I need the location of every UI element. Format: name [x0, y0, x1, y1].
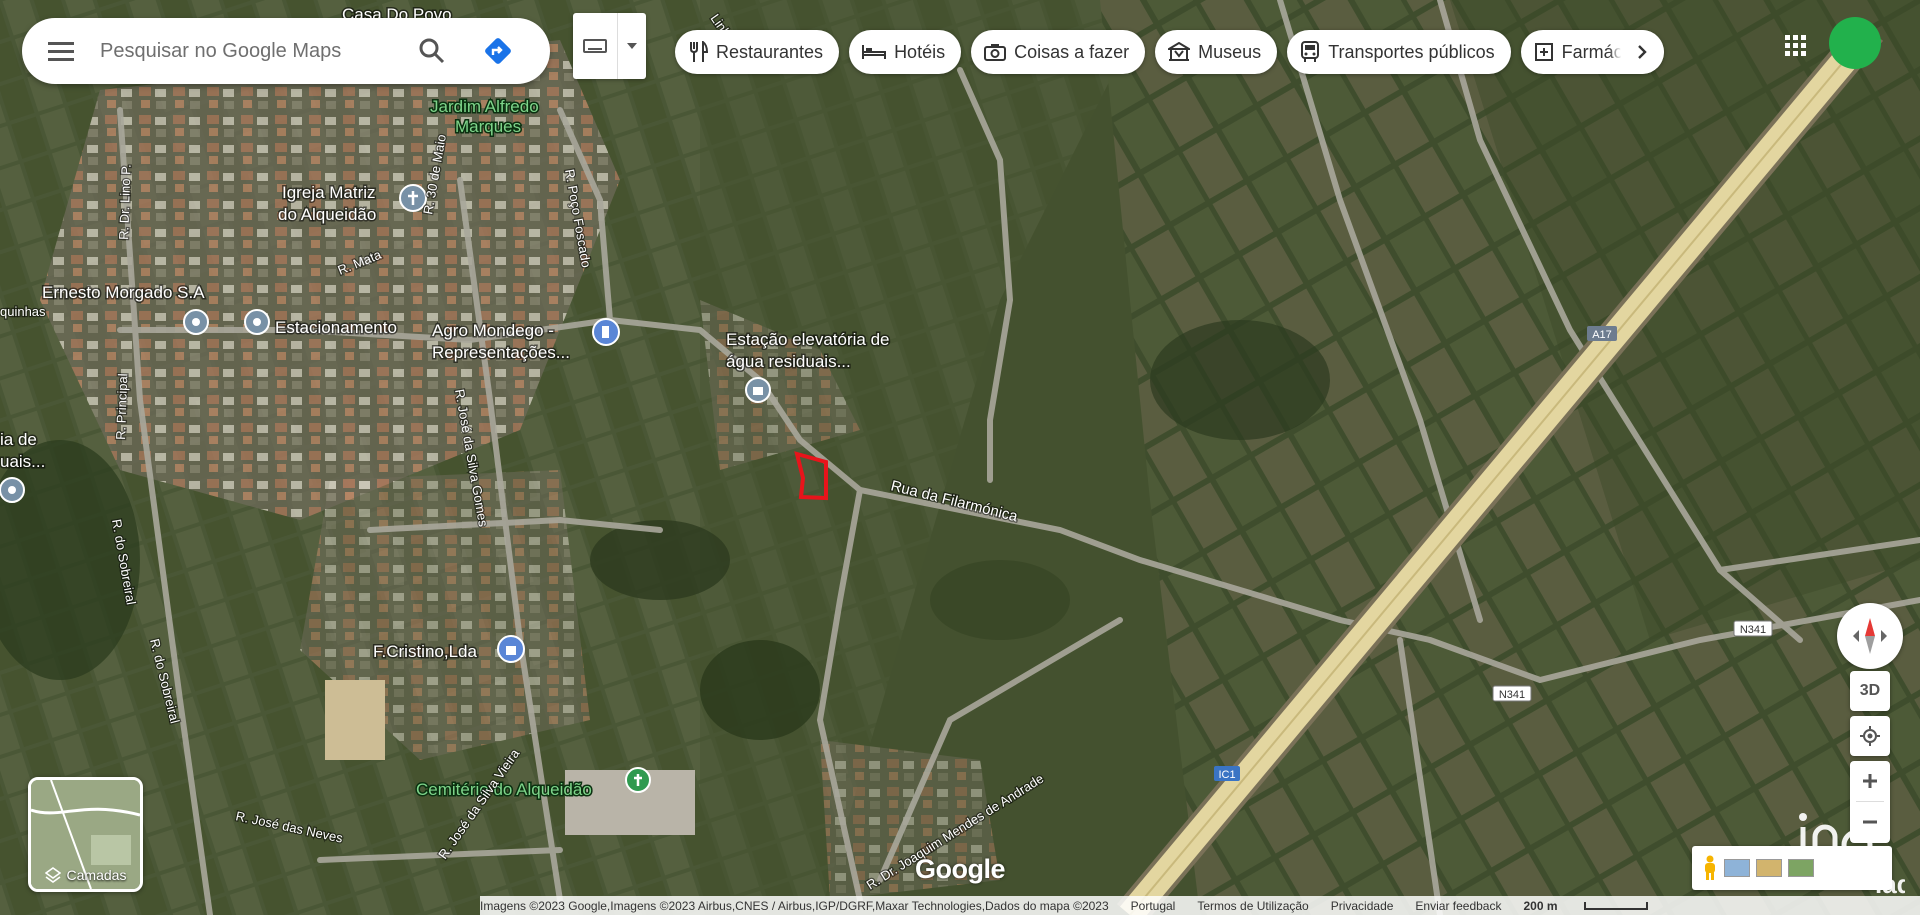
chip-coisas-a-fazer[interactable]: Coisas a fazer — [971, 30, 1146, 74]
keyboard-icon — [583, 39, 607, 53]
label-igreja-2: do Alqueidão — [278, 205, 376, 224]
chip-label: Coisas a fazer — [1014, 41, 1130, 62]
label-jardim: Jardim Alfredo — [430, 97, 539, 116]
label-estacionamento: Estacionamento — [275, 318, 397, 337]
category-chips: Restaurantes Hotéis Coisas a fazer Museu… — [675, 30, 1664, 76]
my-location-button[interactable] — [1850, 716, 1890, 756]
label-agro-2: Representações... — [432, 343, 570, 362]
bus-icon — [1301, 41, 1320, 62]
account-avatar[interactable] — [1829, 17, 1881, 69]
imagery-attribution: Imagens ©2023 Google,Imagens ©2023 Airbu… — [480, 898, 1109, 913]
label-cemiterio: Cemitério do Alqueidão — [416, 780, 592, 799]
pharmacy-icon — [1534, 43, 1553, 61]
fork-knife-icon — [690, 41, 708, 62]
imagery-thumb-1[interactable] — [1724, 859, 1750, 877]
country-link[interactable]: Portugal — [1131, 899, 1176, 913]
shield-n341-a: N341 — [1733, 620, 1773, 637]
imagery-thumb-2[interactable] — [1756, 859, 1782, 877]
poi-pin-ernesto — [183, 309, 209, 335]
hamburger-menu-icon — [48, 42, 74, 61]
layers-label-row: Camadas — [31, 867, 140, 883]
station-pin-icon — [745, 377, 771, 403]
menu-button[interactable] — [36, 26, 86, 76]
chips-next-button[interactable] — [1619, 30, 1664, 74]
scale-label: 200 m — [1523, 898, 1558, 913]
label-estacao: Estação elevatória de — [726, 330, 890, 349]
shield-a17: A17 — [1587, 326, 1617, 341]
svg-text:IC1: IC1 — [1218, 769, 1235, 781]
road-label-principal: R. Principal — [113, 373, 130, 440]
cemetery-pin-icon — [625, 767, 651, 793]
compass-needle-icon — [1853, 618, 1887, 654]
input-tools-dropdown[interactable] — [618, 13, 646, 79]
caret-down-icon — [627, 43, 637, 49]
layers-button[interactable]: Camadas — [28, 777, 143, 892]
pegman-icon[interactable] — [1702, 855, 1718, 881]
feedback-link[interactable]: Enviar feedback — [1415, 899, 1501, 913]
label-fcristino: F.Cristino,Lda — [373, 642, 477, 661]
label-left-cut: ia de — [0, 430, 37, 449]
terms-link[interactable]: Termos de Utilização — [1197, 899, 1308, 913]
privacy-link[interactable]: Privacidade — [1331, 899, 1394, 913]
map-footer: Imagens ©2023 Google,Imagens ©2023 Airbu… — [480, 896, 1920, 915]
label-ernesto: Ernesto Morgado S.A — [42, 283, 205, 302]
museum-icon — [1168, 42, 1191, 61]
label-left-cut-2: uais... — [0, 452, 45, 471]
chip-museus[interactable]: Museus — [1155, 30, 1278, 74]
scale-bar[interactable]: 200 m — [1523, 899, 1669, 913]
poi-pin-estacionamento — [244, 309, 270, 335]
search-box — [22, 18, 550, 84]
directions-icon — [485, 38, 511, 64]
label-estacao-2: água residuais... — [726, 352, 851, 371]
chip-label: Museus — [1198, 41, 1262, 62]
chip-label: Hotéis — [894, 41, 946, 62]
label-jardim-2: Marques — [455, 117, 521, 136]
watermark-logo: iad — [1795, 797, 1913, 902]
svg-text:N341: N341 — [1499, 689, 1525, 701]
chevron-right-icon — [1637, 45, 1647, 59]
scale-line — [1583, 901, 1648, 910]
search-button[interactable] — [410, 29, 454, 73]
chip-label: Transportes públicos — [1328, 41, 1495, 62]
satellite-map[interactable]: Casa Do Povo Jardim Alfredo Marques Igre… — [0, 0, 1920, 915]
compass-button[interactable] — [1837, 603, 1903, 669]
svg-text:A17: A17 — [1592, 329, 1612, 341]
apps-button[interactable] — [1776, 26, 1816, 66]
apps-grid-icon — [1785, 35, 1806, 56]
svg-text:iad: iad — [1875, 869, 1905, 897]
layers-icon — [44, 867, 61, 883]
shield-n341-b: N341 — [1492, 685, 1532, 702]
bed-icon — [862, 45, 887, 59]
chip-farmacias[interactable]: Farmácias — [1520, 30, 1664, 74]
svg-text:N341: N341 — [1740, 624, 1766, 636]
poi-pin-left — [0, 477, 25, 503]
shop-pin-icon — [497, 635, 525, 663]
chip-restaurantes[interactable]: Restaurantes — [675, 30, 840, 74]
directions-button[interactable] — [476, 29, 520, 73]
chip-transportes-publicos[interactable]: Transportes públicos — [1287, 30, 1511, 74]
plus-icon — [1863, 774, 1877, 788]
fuel-pin-icon — [592, 318, 620, 346]
imo-logo-icon: iad — [1799, 813, 1913, 899]
road-label-quinhas: quinhas — [0, 304, 46, 319]
road-label-dr-lino: R. Dr. Lino P. — [116, 164, 134, 240]
layers-label: Camadas — [66, 867, 127, 883]
zoom-in-button[interactable] — [1850, 761, 1890, 801]
camera-icon — [984, 44, 1007, 61]
keyboard-button[interactable] — [573, 13, 618, 79]
input-tools — [573, 13, 646, 79]
3d-label: 3D — [1859, 682, 1881, 699]
google-logo: Google — [915, 854, 1006, 884]
label-igreja: Igreja Matriz — [282, 183, 376, 202]
search-input[interactable] — [98, 38, 402, 64]
chip-hoteis[interactable]: Hotéis — [849, 30, 962, 74]
my-location-icon — [1860, 726, 1880, 746]
3d-toggle-button[interactable]: 3D — [1850, 671, 1890, 711]
shield-ic1: IC1 — [1214, 766, 1240, 781]
chip-label: Restaurantes — [716, 41, 824, 62]
label-agro: Agro Mondego - — [432, 321, 554, 340]
search-icon — [419, 38, 445, 64]
